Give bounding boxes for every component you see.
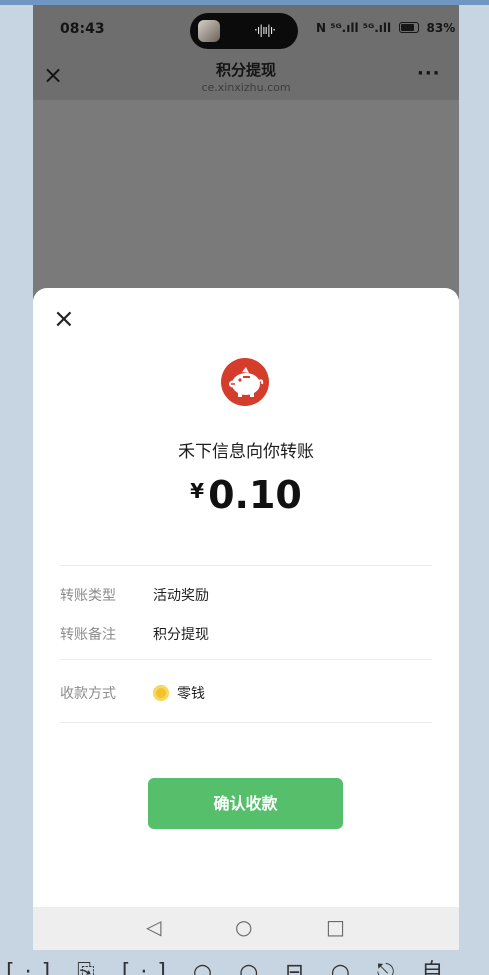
confirm-receive-button[interactable]: 确认收款 [148,778,343,829]
sheet-close-icon[interactable]: × [53,304,75,334]
audio-wave-icon: ·ı|ıı|ı· [254,23,276,37]
payer-text: 禾下信息向你转账 [178,442,314,462]
home-nav-icon[interactable]: ○ [235,915,252,939]
battery-icon [399,22,420,33]
amount-display: ¥0.10 [33,473,459,517]
transfer-type-value: 活动奖励 [153,588,209,604]
divider [60,659,432,660]
back-nav-icon[interactable]: ◁ [146,915,161,939]
dynamic-island[interactable]: ·ı|ıı|ı· [190,13,298,49]
transfer-note-label: 转账备注 [60,627,116,643]
system-nav-bar: ◁ ○ □ [33,907,459,950]
toolbar-icons: [·] ⎘ [·] ○ ○ ⊟ ○ ⎋ 自 [6,960,454,975]
amount-value: 0.10 [208,473,302,517]
dimmed-backdrop[interactable] [33,100,459,300]
status-time: 08:43 [60,21,105,37]
payment-method-label: 收款方式 [60,686,116,702]
battery-percent: 83% [426,21,456,35]
status-indicators: N ⁵ᴳ.ıll ⁵ᴳ.ıll 83% [316,21,455,35]
signal-icon: N ⁵ᴳ.ıll ⁵ᴳ.ıll [316,21,392,35]
currency-symbol: ¥ [190,479,205,503]
payment-method-value[interactable]: 零钱 [153,683,205,703]
media-thumbnail [198,20,220,42]
page-domain: ce.xinxizhu.com [201,81,291,94]
divider [60,565,432,566]
page-title: 积分提现 [215,61,276,79]
transfer-note-value: 积分提现 [153,627,209,643]
webview-header: × 积分提现 ce.xinxizhu.com ··· [33,57,459,100]
bottom-toolbar-strip: [·] ⎘ [·] ○ ○ ⊟ ○ ⎋ 自 [0,950,489,975]
transfer-type-label: 转账类型 [60,588,116,604]
phone-screen: 08:43 ·ı|ıı|ı· N ⁵ᴳ.ıll ⁵ᴳ.ıll 83% × 积分提… [33,5,459,950]
transfer-sheet: × 禾下信息向你转账 ¥0.10 转账类型 活动奖励 转账备注 积分提现 收款方… [33,288,459,908]
divider [60,722,432,723]
status-bar: 08:43 ·ı|ıı|ı· N ⁵ᴳ.ıll ⁵ᴳ.ıll 83% [33,5,459,57]
recents-nav-icon[interactable]: □ [326,915,345,939]
payment-method-text: 零钱 [177,686,205,702]
piggy-bank-icon [220,357,270,407]
more-menu-icon[interactable]: ··· [417,63,441,84]
coin-icon [153,685,169,701]
